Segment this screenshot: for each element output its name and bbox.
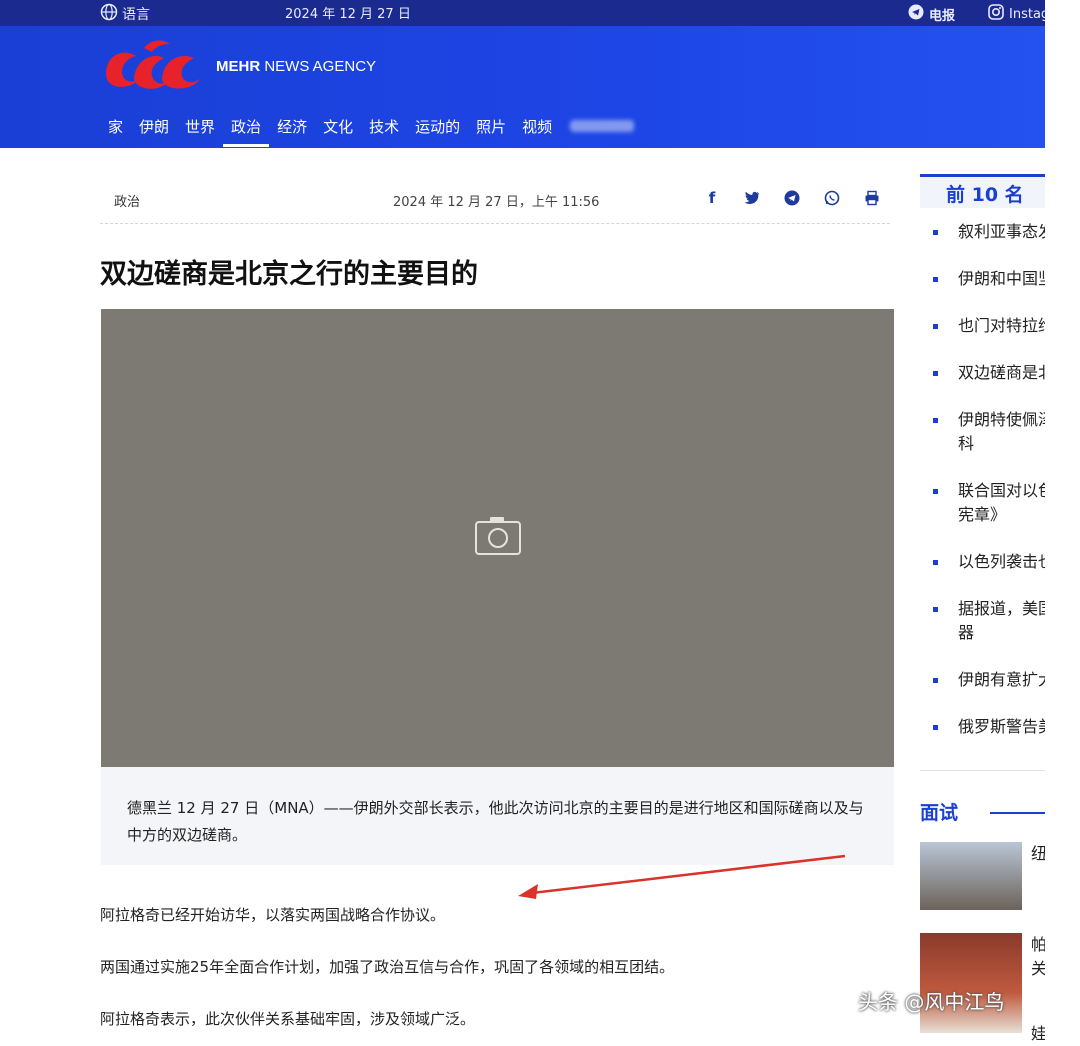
top-news-item-continuation[interactable]: 科 [930, 432, 1045, 456]
nav-item[interactable]: 政治 [223, 116, 270, 147]
facebook-icon[interactable]: f [702, 188, 722, 208]
article-photo [101, 309, 894, 767]
nav-item[interactable]: 文化 [315, 116, 361, 143]
top-news-item[interactable]: 俄罗斯警告美 [930, 715, 1045, 739]
language-switcher[interactable]: 语言 [100, 3, 150, 25]
interview-section-title: 面试 [920, 802, 959, 824]
top-news-title: 前 10 名 [946, 184, 1024, 206]
interview-thumbnail[interactable] [920, 842, 1022, 910]
photo-placeholder-icon [474, 516, 522, 560]
top-news-item[interactable]: 叙利亚事态发 [930, 220, 1045, 244]
top-news-header: 前 10 名 [920, 174, 1045, 208]
top-news-item-continuation[interactable]: 宪章》 [930, 503, 1045, 527]
nav-item[interactable]: 视频 [514, 116, 560, 143]
article-meta: 政治 2024 年 12 月 27 日，上午 11:56 f [100, 180, 890, 224]
top-news-item[interactable]: 伊朗和中国坚 [930, 267, 1045, 291]
red-arrow-annotation [518, 854, 846, 899]
sidebar-divider [920, 770, 1045, 771]
nav-item[interactable]: 运动的 [407, 116, 468, 143]
nav-item[interactable]: 世界 [177, 116, 223, 143]
current-date: 2024 年 12 月 27 日 [285, 7, 411, 22]
whatsapp-icon[interactable] [822, 188, 842, 208]
article-title: 双边磋商是北京之行的主要目的 [100, 259, 478, 290]
nav-item-obscured[interactable] [570, 120, 635, 132]
brand-bold: MEHR [216, 58, 261, 75]
top-news-item[interactable]: 双边磋商是北 [930, 361, 1045, 385]
telegram-share-icon[interactable] [782, 188, 802, 208]
print-icon[interactable] [862, 188, 882, 208]
page-margin [1045, 0, 1080, 1042]
top-news-item[interactable]: 伊朗特使佩泽 [930, 408, 1045, 432]
instagram-label: Instagram [1009, 6, 1045, 22]
source-watermark: 头条 @风中江鸟 [858, 990, 1005, 1014]
interview-item-text[interactable]: 娃 [1031, 1022, 1045, 1046]
top-news-item[interactable]: 据报道，美国 [930, 597, 1045, 621]
nav-item[interactable]: 家 [100, 116, 131, 143]
share-buttons: f [702, 188, 882, 208]
top-news-item[interactable]: 也门对特拉维 [930, 314, 1045, 338]
telegram-label: 电报 [929, 8, 956, 24]
article-paragraph: 阿拉格奇表示，此次伙伴关系基础牢固，涉及领域广泛。 [100, 1010, 476, 1028]
brand-name: MEHR NEWS AGENCY [216, 58, 376, 75]
twitter-icon[interactable] [742, 188, 762, 208]
top-news-item[interactable]: 以色列袭击也 [930, 550, 1045, 574]
top-news-item-continuation[interactable]: 器 [930, 621, 1045, 645]
interview-item-text[interactable]: 关 [1031, 957, 1045, 981]
article-paragraph: 阿拉格奇已经开始访华，以落实两国战略合作协议。 [100, 906, 446, 924]
interview-item-text[interactable]: 帕 [1031, 933, 1045, 957]
interview-thumbnail[interactable] [920, 933, 1022, 1033]
top-bar: 语言 2024 年 12 月 27 日 电报 Instagram [0, 0, 1045, 26]
interview-item-text[interactable]: 纽 [1031, 842, 1045, 866]
telegram-icon [908, 4, 924, 24]
interview-underline [990, 812, 1045, 814]
mehr-logo[interactable] [100, 34, 208, 94]
publish-time: 2024 年 12 月 27 日，上午 11:56 [393, 195, 600, 210]
nav-item[interactable]: 技术 [361, 116, 407, 143]
globe-icon [100, 3, 118, 25]
top-news-list: 叙利亚事态发 伊朗和中国坚 也门对特拉维 双边磋商是北 伊朗特使佩泽 科 联合国… [930, 216, 1045, 739]
top-news-item[interactable]: 联合国对以色 [930, 479, 1045, 503]
top-news-item[interactable]: 伊朗有意扩大 [930, 668, 1045, 692]
instagram-link[interactable]: Instagram [988, 4, 1045, 24]
article-paragraph: 两国通过实施25年全面合作计划，加强了政治互信与合作，巩固了各领域的相互团结。 [100, 958, 675, 976]
main-nav: 家伊朗 世界 政治 经济 文化 技术 运动的 照片 视频 [100, 116, 635, 147]
nav-item[interactable]: 经济 [269, 116, 315, 143]
site-header: MEHR NEWS AGENCY 家伊朗 世界 政治 经济 文化 技术 运动的 照片 视频 [0, 26, 1045, 148]
telegram-link[interactable]: 电报 [908, 4, 955, 24]
language-label: 语言 [122, 7, 150, 23]
nav-item[interactable]: 伊朗 [131, 116, 177, 143]
article-category[interactable]: 政治 [114, 191, 140, 210]
brand-rest: NEWS AGENCY [260, 58, 377, 75]
lead-text: 德黑兰 12 月 27 日（MNA）——伊朗外交部长表示，他此次访问北京的主要目… [127, 799, 864, 844]
nav-item[interactable]: 照片 [468, 116, 514, 143]
instagram-icon [988, 4, 1004, 24]
